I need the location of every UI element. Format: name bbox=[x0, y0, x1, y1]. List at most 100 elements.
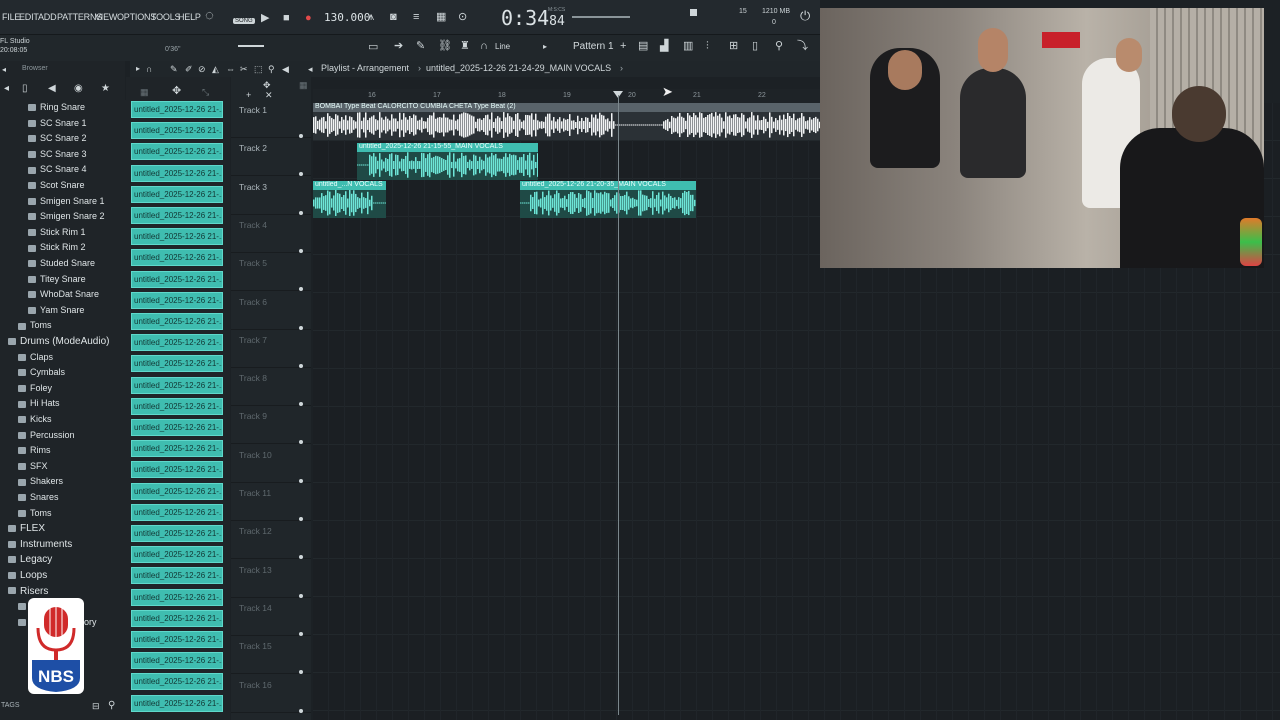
browser-item[interactable]: Stick Rim 1 bbox=[0, 227, 125, 241]
track-header[interactable]: Track 11 bbox=[231, 483, 311, 521]
song-mode-toggle[interactable]: SONG bbox=[233, 18, 255, 24]
track-header[interactable]: Track 10 bbox=[231, 445, 311, 483]
browser-toggle-icon[interactable]: ⊞ bbox=[729, 40, 738, 52]
master-volume-slider[interactable] bbox=[572, 16, 630, 18]
channel-rack-icon[interactable]: ▟ bbox=[660, 40, 668, 52]
browser-back-icon[interactable]: ◂ bbox=[4, 83, 9, 95]
playlist-icon[interactable]: ▤ bbox=[638, 40, 648, 52]
record-mode-icon[interactable]: ◌ bbox=[205, 8, 214, 23]
browser-item[interactable]: Drums (ModeAudio) bbox=[0, 336, 125, 350]
zoom-tool-icon[interactable]: ⚲ bbox=[268, 63, 275, 75]
plugin-icon[interactable]: ▯ bbox=[752, 40, 758, 52]
browser-globe-icon[interactable]: ◉ bbox=[74, 83, 83, 95]
tools-icon[interactable]: ⤵ bbox=[797, 40, 808, 52]
clip-source-item[interactable]: untitled_2025-12-26 21-... bbox=[131, 122, 223, 140]
clip-source-item[interactable]: untitled_2025-12-26 21-... bbox=[131, 525, 223, 542]
browser-item[interactable]: Smigen Snare 2 bbox=[0, 211, 125, 225]
browser-item[interactable]: Toms bbox=[0, 508, 125, 522]
browser-item[interactable]: Legacy bbox=[0, 554, 125, 568]
clip-source-item[interactable]: untitled_2025-12-26 21-... bbox=[131, 440, 223, 458]
track-header[interactable]: Track 15 bbox=[231, 636, 311, 675]
menu-help[interactable]: HELP bbox=[178, 12, 201, 22]
clip-source-item[interactable]: untitled_2025-12-26 21-... bbox=[131, 249, 223, 267]
browser-collapse-icon[interactable]: ◂ bbox=[2, 64, 6, 76]
browser-item[interactable]: SFX bbox=[0, 461, 125, 475]
track-header[interactable]: Track 12 bbox=[231, 521, 311, 560]
close-track-icon[interactable]: ✕ bbox=[265, 89, 273, 101]
browser-item[interactable]: Kicks bbox=[0, 414, 125, 428]
loop-record-icon[interactable]: ⊙ bbox=[458, 11, 467, 23]
clip-source-item[interactable]: untitled_2025-12-26 21-... bbox=[131, 567, 223, 585]
arrow-right-icon[interactable]: ➔ bbox=[394, 40, 403, 52]
track-header[interactable]: Track 6 bbox=[231, 292, 311, 330]
clip-source-item[interactable]: untitled_2025-12-26 21-... bbox=[131, 588, 223, 606]
track-mute-led[interactable] bbox=[299, 708, 303, 713]
browser-item[interactable]: SC Snare 1 bbox=[0, 118, 125, 132]
track-header[interactable]: Track 5 bbox=[231, 253, 311, 292]
play-icon[interactable]: ▶ bbox=[261, 12, 269, 24]
track-header[interactable]: Track 9 bbox=[231, 406, 311, 445]
browser-speaker-icon[interactable]: ◀ bbox=[48, 83, 56, 95]
menu-add[interactable]: ADD bbox=[38, 12, 57, 22]
browser-item[interactable]: Claps bbox=[0, 352, 125, 366]
menu-file[interactable]: FILE bbox=[2, 12, 20, 22]
track-header[interactable]: Track 8 bbox=[231, 368, 311, 407]
clip-source-item[interactable]: untitled_2025-12-26 21-... bbox=[131, 355, 223, 373]
audio-clip-vocals-3[interactable]: untitled_2025-12-26 21-20-35_MAIN VOCALS bbox=[520, 181, 696, 218]
clip-source-item[interactable]: untitled_2025-12-26 21-... bbox=[131, 673, 223, 691]
piano-roll-icon[interactable]: ▭ bbox=[368, 41, 378, 53]
browser-item[interactable]: FLEX bbox=[0, 523, 125, 537]
browser-item[interactable]: Scot Snare bbox=[0, 180, 125, 194]
link-icon[interactable]: ⛓ bbox=[438, 40, 452, 52]
picker-grid-icon[interactable]: ▦ bbox=[140, 86, 149, 98]
record-icon[interactable]: ● bbox=[305, 12, 312, 24]
clip-source-item[interactable]: untitled_2025-12-26 21-... bbox=[131, 546, 223, 564]
metronome-icon[interactable]: ⩚ bbox=[368, 11, 374, 23]
clip-source-item[interactable]: untitled_2025-12-26 21-... bbox=[131, 652, 223, 670]
menu-edit[interactable]: EDIT bbox=[19, 12, 39, 22]
clip-source-item[interactable]: untitled_2025-12-26 21-... bbox=[131, 185, 223, 203]
browser-item[interactable]: Cymbals bbox=[0, 367, 125, 381]
playlist-menu-icon[interactable]: ▸ bbox=[136, 63, 140, 75]
clip-source-item[interactable]: untitled_2025-12-26 21-... bbox=[131, 207, 223, 224]
playlist-current-file[interactable]: untitled_2025-12-26 21-24-29_MAIN VOCALS bbox=[426, 63, 611, 73]
slip-tool-icon[interactable]: ⇔ bbox=[226, 63, 235, 75]
stop-icon[interactable]: ■ bbox=[283, 12, 290, 24]
add-pattern-icon[interactable]: + bbox=[620, 40, 626, 52]
track-header[interactable]: Track 13 bbox=[231, 560, 311, 598]
browser-item[interactable]: Studed Snare bbox=[0, 258, 125, 272]
track-header[interactable]: Track 7 bbox=[231, 330, 311, 368]
plugin-picker-icon[interactable]: ⚲ bbox=[775, 40, 783, 52]
magnet-icon[interactable]: ∩ bbox=[480, 40, 488, 52]
menu-tools[interactable]: TOOLS bbox=[151, 12, 181, 22]
select-tool-icon[interactable]: ⬚ bbox=[254, 63, 263, 75]
track-header[interactable]: Track 2 bbox=[231, 138, 311, 177]
browser-item[interactable]: Snares bbox=[0, 492, 125, 506]
clip-source-item[interactable]: untitled_2025-12-26 21-... bbox=[131, 270, 223, 288]
clip-source-item[interactable]: untitled_2025-12-26 21-... bbox=[131, 101, 223, 118]
mixer-icon[interactable]: ⫶ bbox=[706, 40, 709, 52]
clip-source-item[interactable]: untitled_2025-12-26 21-... bbox=[131, 631, 223, 648]
browser-item[interactable]: SC Snare 4 bbox=[0, 164, 125, 178]
clip-source-item[interactable]: untitled_2025-12-26 21-... bbox=[131, 334, 223, 352]
arrangement-icon[interactable]: ◂ bbox=[308, 63, 313, 75]
paint-tool-icon[interactable]: ✐ bbox=[185, 63, 193, 75]
playback-tool-icon[interactable]: ◀ bbox=[282, 63, 289, 75]
wait-input-icon[interactable]: ◙ bbox=[390, 11, 397, 23]
piano-roll-window-icon[interactable]: ▥ bbox=[683, 40, 693, 52]
picker-move-icon[interactable]: ✥ bbox=[172, 85, 181, 97]
tempo-display[interactable]: 130.000 bbox=[324, 11, 370, 24]
clip-source-item[interactable]: untitled_2025-12-26 21-... bbox=[131, 419, 223, 436]
browser-item[interactable]: Toms bbox=[0, 320, 125, 334]
pitch-slider[interactable] bbox=[238, 45, 264, 47]
browser-item[interactable]: Ring Snare bbox=[0, 102, 125, 116]
search-icon[interactable]: ⚲ bbox=[108, 700, 115, 712]
clip-source-item[interactable]: untitled_2025-12-26 21-... bbox=[131, 694, 223, 712]
power-icon[interactable]: ⏻ bbox=[800, 9, 810, 22]
delete-tool-icon[interactable]: ⊘ bbox=[198, 63, 206, 75]
browser-item[interactable]: Titey Snare bbox=[0, 274, 125, 288]
clip-source-item[interactable]: untitled_2025-12-26 21-... bbox=[131, 313, 223, 330]
clip-source-item[interactable]: untitled_2025-12-26 21-... bbox=[131, 291, 223, 309]
browser-item[interactable]: Percussion bbox=[0, 430, 125, 444]
countdown-icon[interactable]: ≡ bbox=[413, 11, 419, 23]
